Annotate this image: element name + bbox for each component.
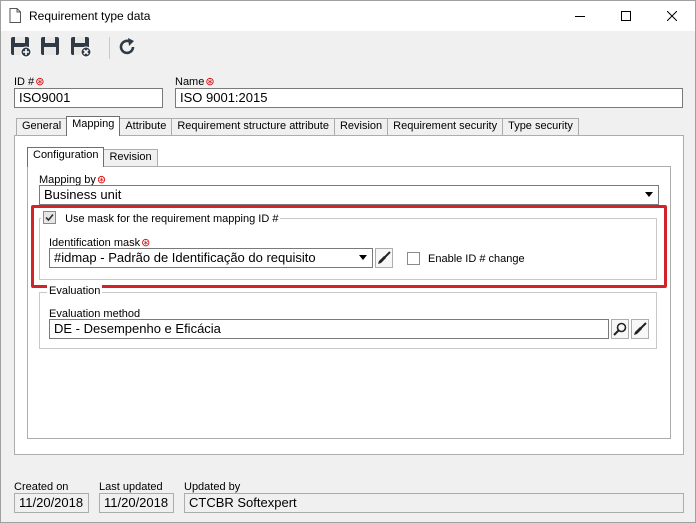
last-updated-label: Last updated [99, 481, 163, 493]
main-tabs: General Mapping Attribute Requirement st… [16, 116, 579, 136]
id-field[interactable]: ISO9001 [14, 88, 163, 108]
required-icon: ⊛ [205, 76, 215, 88]
save-new-icon [11, 37, 32, 58]
subtab-configuration[interactable]: Configuration [27, 147, 105, 167]
chevron-down-icon [645, 192, 653, 197]
name-label: Name⊛ [175, 75, 215, 88]
maximize-button[interactable] [603, 1, 649, 31]
mapping-by-value: Business unit [44, 187, 122, 202]
name-label-text: Name [175, 76, 205, 88]
minimize-icon [575, 16, 585, 17]
save-button[interactable] [39, 35, 63, 59]
subtab-revision[interactable]: Revision [103, 149, 158, 167]
required-icon: ⊛ [35, 76, 45, 88]
evaluation-method-field[interactable]: DE - Desempenho e Eficácia [49, 319, 609, 339]
search-evaluation-button[interactable] [611, 319, 629, 339]
refresh-icon [119, 38, 135, 55]
tab-attribute[interactable]: Attribute [119, 118, 173, 136]
broom-icon [634, 322, 647, 335]
name-field[interactable]: ISO 9001:2015 [175, 88, 683, 108]
created-on-field: 11/20/2018 [14, 493, 89, 513]
requirement-type-window: Requirement type data ID #⊛ ISO9001 Name… [0, 0, 696, 523]
evaluation-group-title: Evaluation [47, 285, 103, 297]
sub-tabs: Configuration Revision [27, 147, 158, 167]
document-icon [9, 8, 21, 23]
title-bar: Requirement type data [1, 1, 695, 31]
clear-evaluation-button[interactable] [631, 319, 649, 339]
updated-by-label: Updated by [184, 481, 241, 493]
tab-revision[interactable]: Revision [333, 118, 389, 136]
mapping-by-select[interactable]: Business unit [39, 185, 659, 205]
refresh-button[interactable] [115, 35, 139, 59]
save-close-button[interactable] [69, 35, 93, 59]
toolbar [1, 31, 695, 65]
save-close-icon [71, 37, 92, 58]
tab-requirement-structure-attribute[interactable]: Requirement structure attribute [171, 118, 335, 136]
window-title: Requirement type data [29, 9, 151, 23]
updated-by-field: CTCBR Softexpert [184, 493, 684, 513]
id-label: ID #⊛ [14, 75, 44, 88]
toolbar-separator [109, 37, 110, 59]
created-on-label: Created on [14, 481, 69, 493]
tab-type-security[interactable]: Type security [502, 118, 579, 136]
save-new-button[interactable] [9, 35, 33, 59]
tab-general[interactable]: General [16, 118, 68, 136]
close-icon [667, 11, 677, 21]
save-icon [41, 37, 59, 55]
minimize-button[interactable] [557, 1, 603, 31]
highlight-box [31, 205, 667, 288]
id-label-text: ID # [14, 76, 35, 88]
last-updated-field: 11/20/2018 [99, 493, 174, 513]
close-button[interactable] [649, 1, 695, 31]
tab-mapping[interactable]: Mapping [66, 116, 121, 136]
search-icon [613, 322, 627, 336]
tab-requirement-security[interactable]: Requirement security [387, 118, 504, 136]
maximize-icon [621, 11, 631, 21]
